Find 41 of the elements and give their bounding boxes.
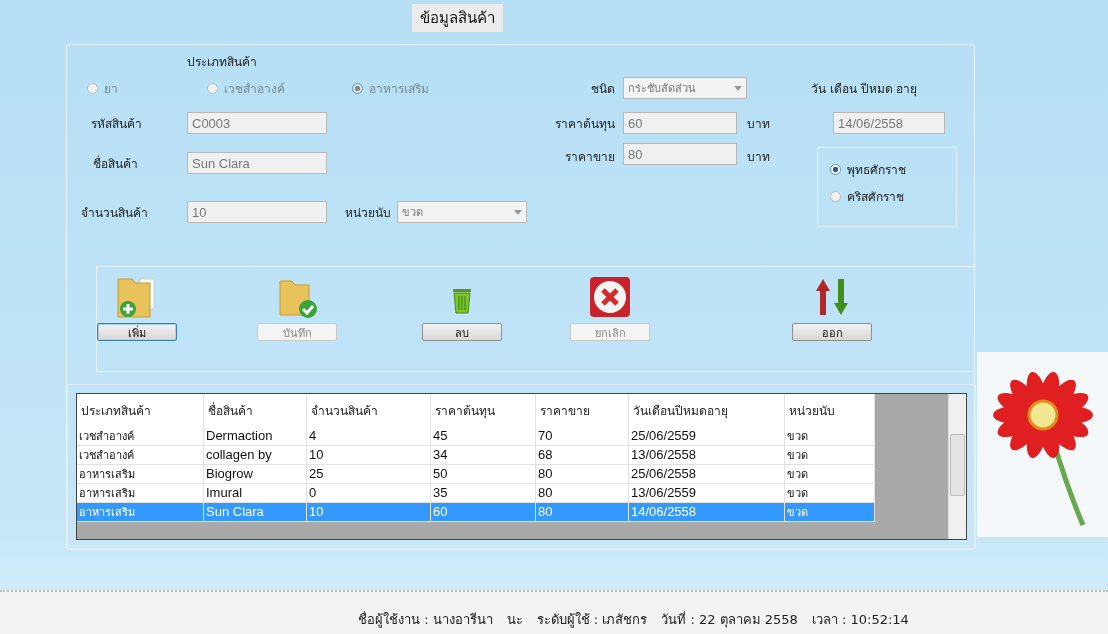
- status-text: ระดับผู้ใช้ : เภสัชกร: [536, 611, 648, 630]
- add-button[interactable]: เพิ่ม: [97, 322, 177, 341]
- window-title: ข้อมูลสินค้า: [412, 4, 503, 32]
- code-field[interactable]: C0003: [187, 112, 327, 134]
- status-text: นะ: [506, 611, 523, 629]
- name-label: ชื่อสินค้า: [92, 154, 138, 173]
- column-header[interactable]: ประเภทสินค้า: [77, 394, 204, 427]
- cost-label: ราคาต้นทุน: [555, 115, 616, 133]
- column-header[interactable]: ราคาต้นทุน: [431, 394, 536, 427]
- kind-label: ชนิด: [591, 80, 616, 98]
- column-header[interactable]: วันเดือนปีหมดอายุ: [629, 394, 785, 427]
- dropdown-caret-icon: [514, 209, 522, 215]
- currency-label: บาท: [747, 149, 770, 166]
- column-header[interactable]: หน่วยนับ: [785, 394, 875, 427]
- expiry-label: วัน เดือน ปีหมด อายุ: [811, 80, 918, 98]
- kind-dropdown[interactable]: กระชับสัดส่วน: [623, 77, 747, 99]
- code-label: รหัสสินค้า: [90, 115, 142, 133]
- status-text: ชื่อผู้ใช้งาน : นางอารีนา: [358, 610, 493, 630]
- status-text: เวลา : 10:52:14: [811, 611, 909, 629]
- unit-label: หน่วยนับ: [345, 204, 391, 222]
- dropdown-caret-icon: [734, 85, 742, 91]
- currency-label: บาท: [747, 115, 770, 133]
- expiry-date-field[interactable]: 14/06/2558: [833, 112, 945, 134]
- column-header[interactable]: จำนวนสินค้า: [307, 394, 431, 427]
- close-icon: [589, 274, 631, 319]
- name-field[interactable]: Sun Clara: [187, 152, 327, 174]
- delete-button[interactable]: ลบ: [422, 322, 502, 341]
- scrollbar[interactable]: [948, 394, 966, 539]
- column-header[interactable]: ชื่อสินค้า: [204, 394, 307, 427]
- price-field[interactable]: 80: [623, 143, 737, 165]
- era-radio[interactable]: พุทธศักราช: [830, 160, 950, 179]
- exit-button[interactable]: ออก: [792, 322, 872, 341]
- price-label: ราคาขาย: [565, 149, 616, 166]
- cost-field[interactable]: 60: [623, 112, 737, 134]
- product-type-label: ประเภทสินค้า: [187, 53, 257, 71]
- status-text: วันที่ : 22 ตุลาคม 2558: [661, 610, 798, 630]
- column-header[interactable]: ราคาขาย: [536, 394, 629, 427]
- unit-dropdown[interactable]: ขวด: [397, 201, 527, 223]
- quantity-field[interactable]: 10: [187, 201, 327, 223]
- quantity-label: จำนวนสินค้า: [81, 204, 148, 222]
- era-radio[interactable]: คริสศักราช: [830, 187, 950, 206]
